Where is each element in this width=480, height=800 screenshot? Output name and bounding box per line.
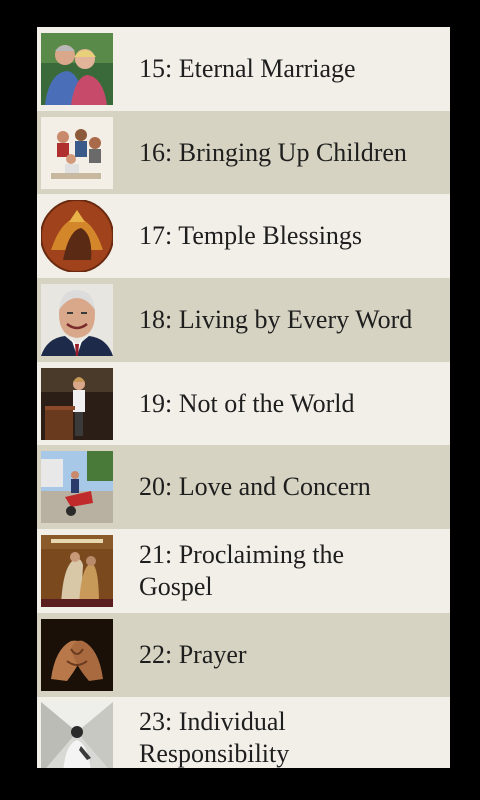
elderly-couple-photo	[41, 32, 113, 105]
list-item[interactable]: 19: Not of the World	[37, 361, 450, 446]
lesson-list[interactable]: 15: Eternal Marriage 16: Bringing Up Chi…	[37, 27, 450, 768]
list-item-label: 20: Love and Concern	[139, 472, 371, 502]
temple-painting	[41, 200, 113, 273]
family-reading-photo	[41, 116, 113, 189]
wheelbarrow-service-photo	[41, 451, 113, 524]
list-item[interactable]: 21: Proclaiming the Gospel	[37, 529, 450, 613]
list-item[interactable]: 22: Prayer	[37, 612, 450, 697]
list-item[interactable]: 20: Love and Concern	[37, 445, 450, 530]
smiling-man-portrait	[41, 283, 113, 356]
list-item[interactable]: 23: Individual Responsibility	[37, 696, 450, 768]
list-item-label: 17: Temple Blessings	[139, 221, 363, 251]
list-item[interactable]: 15: Eternal Marriage	[37, 27, 450, 111]
list-item[interactable]: 17: Temple Blessings	[37, 194, 450, 279]
list-item-label: 23: Individual Responsibility	[139, 707, 290, 768]
list-item-label: 21: Proclaiming the Gospel	[139, 539, 345, 601]
list-item[interactable]: 16: Bringing Up Children	[37, 110, 450, 195]
list-item-label: 16: Bringing Up Children	[139, 137, 407, 167]
preach-my-gospel-cover	[41, 534, 113, 607]
list-item-label: 18: Living by Every Word	[139, 304, 413, 334]
bottom-frame	[0, 768, 480, 800]
list-item-label: 22: Prayer	[139, 639, 247, 669]
app-screen: 15: Eternal Marriage 16: Bringing Up Chi…	[0, 0, 480, 800]
list-item-label: 15: Eternal Marriage	[139, 53, 356, 83]
list-item[interactable]: 18: Living by Every Word	[37, 278, 450, 362]
folded-hands-photo	[41, 618, 113, 691]
man-at-crossroads-photo	[41, 702, 113, 768]
woman-at-pulpit-photo	[41, 367, 113, 440]
list-item-label: 19: Not of the World	[139, 388, 355, 418]
